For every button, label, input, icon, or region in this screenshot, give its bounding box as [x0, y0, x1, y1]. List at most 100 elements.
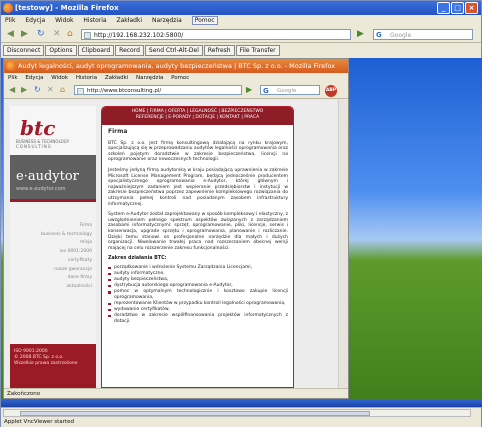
- e-audytor-banner[interactable]: e·audytor www.e-audytor.com: [10, 155, 96, 199]
- home-icon[interactable]: ⌂: [67, 29, 73, 39]
- inner-back-icon[interactable]: ◀: [9, 85, 15, 94]
- close-icon[interactable]: ×: [465, 2, 478, 14]
- btc-logo[interactable]: btc: [20, 118, 55, 138]
- inner-google-icon: G: [263, 87, 269, 95]
- forward-arrow-icon[interactable]: ▶: [21, 29, 28, 39]
- paragraph-3: System e-Audytor został zaprojektowany w…: [108, 212, 288, 251]
- minimize-icon[interactable]: _: [437, 2, 450, 14]
- list-heading: Zakres działania BTC:: [108, 256, 167, 262]
- inner-search-box[interactable]: G Google: [260, 85, 320, 95]
- footer-rights: Wszelkie prawa zastrzeżone: [14, 361, 78, 366]
- remote-taskbar[interactable]: [1, 399, 482, 407]
- inner-menu-zakladki[interactable]: Zakładki: [105, 75, 128, 81]
- list-item: wydawanie certyfikatów,: [108, 307, 288, 313]
- back-arrow-icon[interactable]: ◀: [7, 29, 14, 39]
- applet-status-text: Applet VncViewer started: [4, 419, 74, 425]
- side-links: Firma business & technology misja iso 90…: [41, 222, 92, 292]
- inner-search-placeholder: Google: [277, 88, 297, 94]
- side-link-iso[interactable]: iso 9001:2000: [41, 248, 92, 257]
- inner-forward-icon[interactable]: ▶: [21, 85, 27, 94]
- inner-go-icon[interactable]: ▶: [246, 85, 252, 94]
- page-icon: [84, 32, 91, 39]
- inner-status-bar: Zakończono: [4, 388, 348, 399]
- left-footer: ISO 9001:2000 © 2008 BTC Sp. z o.o. Wsze…: [14, 349, 78, 367]
- inner-title-bar[interactable]: Audyt legalności, audyt oprogramowania, …: [4, 59, 348, 73]
- scope-list: porządkowanie i wdrożenie Systemu Zarząd…: [108, 265, 288, 324]
- outer-window-title: [testowy] - Mozilla Firefox: [15, 4, 119, 12]
- file-transfer-button[interactable]: File Transfer: [235, 45, 280, 56]
- side-menu: Firma business & technology misja iso 90…: [10, 202, 96, 344]
- e-audytor-url: www.e-audytor.com: [16, 186, 66, 192]
- outer-title-bar[interactable]: [testowy] - Mozilla Firefox _ □ ×: [1, 1, 481, 15]
- inner-url-bar[interactable]: http://www.btconsulting.pl/: [74, 85, 242, 95]
- send-ctrl-alt-del-button[interactable]: Send Ctrl-Alt-Del: [144, 45, 203, 56]
- menu-widok[interactable]: Widok: [55, 17, 73, 24]
- menu-narzedzia[interactable]: Narzędzia: [152, 17, 182, 24]
- menu-zakladki[interactable]: Zakładki: [116, 17, 142, 24]
- top-nav-line2[interactable]: REFERENCJE | E-PORADY | DOTACJE | KONTAK…: [102, 115, 293, 121]
- paragraph-1: BTC Sp. z o.o. jest firmą konsultingową …: [108, 140, 288, 163]
- outer-url-bar[interactable]: http://192.168.232.102:5800/: [81, 29, 351, 40]
- menu-edycja[interactable]: Edycja: [25, 17, 45, 24]
- list-item: doradztwo w zakresie współfinansowania p…: [108, 313, 288, 324]
- inner-menu-plik[interactable]: Plik: [8, 75, 18, 81]
- remote-desktop[interactable]: Audyt legalności, audyt oprogramowania, …: [1, 58, 482, 407]
- options-button[interactable]: Options: [45, 45, 77, 56]
- top-navigation[interactable]: HOME | FIRMA | OFERTA | LEGALNOŚĆ | BEZP…: [102, 107, 293, 125]
- reload-icon[interactable]: ↻: [37, 29, 45, 39]
- list-item: reprezentowanie Klientów w przypadku kon…: [108, 301, 288, 307]
- menu-pomoc[interactable]: Pomoc: [191, 16, 218, 25]
- firefox-icon: [6, 61, 16, 71]
- inner-vertical-scrollbar[interactable]: [338, 100, 348, 388]
- adblock-icon[interactable]: ABP: [325, 85, 337, 97]
- webpage: btc BUSINESS & TECHNOLOGY CONSULTING e·a…: [4, 100, 348, 388]
- outer-search-placeholder: Google: [390, 32, 412, 39]
- inner-status-text: Zakończono: [7, 391, 41, 397]
- inner-menu-narzedzia[interactable]: Narzędzia: [136, 75, 163, 81]
- paragraph-2: Jesteśmy jedyną firmą audytorską w kraju…: [108, 167, 288, 207]
- inner-menu-pomoc[interactable]: Pomoc: [171, 75, 189, 81]
- inner-page-icon: [77, 88, 84, 95]
- go-icon[interactable]: ▶: [357, 29, 364, 39]
- outer-firefox-window: [testowy] - Mozilla Firefox _ □ × Plik E…: [0, 0, 482, 427]
- scrollbar-thumb[interactable]: [20, 411, 370, 416]
- inner-reload-icon[interactable]: ↻: [34, 85, 41, 94]
- inner-menu-bar: Plik Edycja Widok Historia Zakładki Narz…: [4, 73, 348, 83]
- menu-plik[interactable]: Plik: [5, 17, 15, 24]
- horizontal-scrollbar[interactable]: [3, 409, 471, 417]
- refresh-button[interactable]: Refresh: [203, 45, 235, 56]
- btc-subtitle-line2: CONSULTING: [16, 144, 52, 149]
- inner-menu-widok[interactable]: Widok: [51, 75, 68, 81]
- side-link-misja[interactable]: misja: [41, 239, 92, 248]
- outer-status-area: Applet VncViewer started: [1, 407, 481, 427]
- menu-historia[interactable]: Historia: [83, 17, 106, 24]
- side-link-dane-firmy[interactable]: dane firmy: [41, 274, 92, 283]
- side-link-gwarancje[interactable]: nasze gwarancje: [41, 266, 92, 275]
- list-item: pomoc w optymalnym technologicznie i kos…: [108, 289, 288, 300]
- inner-stop-icon[interactable]: ✕: [47, 85, 54, 94]
- e-audytor-logo: e·audytor: [16, 169, 79, 184]
- inner-firefox-window: Audyt legalności, audyt oprogramowania, …: [3, 58, 349, 399]
- maximize-icon[interactable]: □: [451, 2, 464, 14]
- list-item: porządkowanie i wdrożenie Systemu Zarząd…: [108, 265, 288, 271]
- firefox-icon: [3, 3, 13, 13]
- outer-menu-bar: Plik Edycja Widok Historia Zakładki Narz…: [1, 15, 481, 26]
- record-button[interactable]: Record: [115, 45, 144, 56]
- outer-url-text: http://192.168.232.102:5800/: [94, 32, 184, 39]
- disconnect-button[interactable]: Disconnect: [3, 45, 45, 56]
- inner-menu-historia[interactable]: Historia: [76, 75, 97, 81]
- side-link-certyfikaty[interactable]: certyfikaty: [41, 257, 92, 266]
- inner-menu-edycja[interactable]: Edycja: [25, 75, 43, 81]
- side-link-business[interactable]: business & technology: [41, 231, 92, 240]
- outer-navigation-toolbar: ◀ ▶ ↻ ✕ ⌂ http://192.168.232.102:5800/ ▶…: [1, 26, 481, 43]
- clipboard-button[interactable]: Clipboard: [77, 45, 115, 56]
- outer-search-box[interactable]: G Google: [373, 29, 473, 40]
- inner-navigation-toolbar: ◀ ▶ ↻ ✕ ⌂ http://www.btconsulting.pl/ ▶ …: [4, 83, 348, 99]
- side-link-firma[interactable]: Firma: [41, 222, 92, 231]
- inner-home-icon[interactable]: ⌂: [60, 85, 65, 94]
- list-item: audyty informatyczne,: [108, 271, 288, 277]
- stop-icon[interactable]: ✕: [53, 29, 61, 39]
- content-text: Firma BTC Sp. z o.o. jest firmą konsulti…: [108, 129, 288, 325]
- side-link-aktualnosci[interactable]: aktualności: [41, 283, 92, 292]
- inner-window-title: Audyt legalności, audyt oprogramowania, …: [18, 62, 336, 70]
